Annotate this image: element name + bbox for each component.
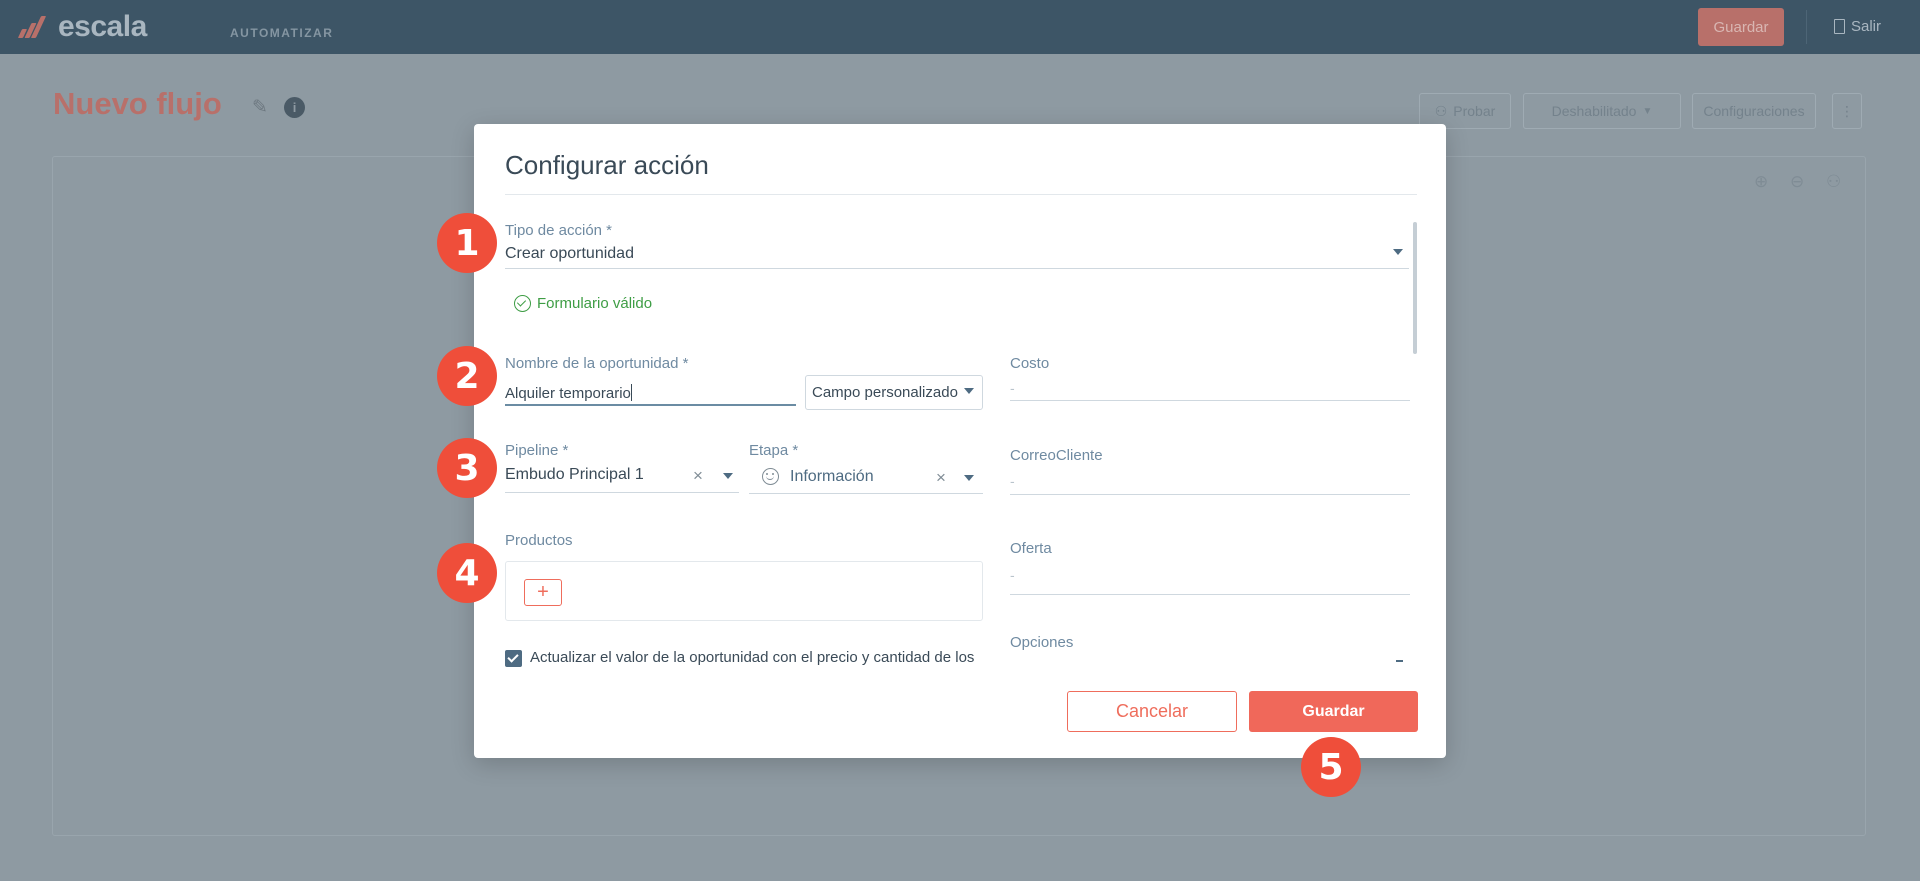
custom-field-select[interactable]: Campo personalizado — [805, 375, 983, 410]
kebab-icon: ⋮ — [1840, 102, 1854, 119]
form-valid-text: Formulario válido — [537, 295, 653, 312]
costo-input[interactable]: - — [1010, 380, 1015, 396]
correo-cliente-input[interactable]: - — [1010, 473, 1015, 489]
smiley-icon — [762, 468, 779, 485]
opciones-dropdown-icon[interactable] — [1396, 660, 1403, 662]
configure-action-dialog: Configurar acción Tipo de acción * Crear… — [474, 124, 1446, 758]
cancel-button[interactable]: Cancelar — [1067, 691, 1237, 732]
update-value-checkbox-label: Actualizar el valor de la oportunidad co… — [530, 649, 975, 666]
correo-cliente-label: CorreoCliente — [1010, 447, 1103, 464]
opportunity-name-input[interactable]: Alquiler temporario — [505, 384, 632, 402]
flow-title: Nuevo flujo — [53, 86, 222, 121]
top-save-button[interactable]: Guardar — [1698, 8, 1784, 46]
logo-mark-icon — [16, 14, 52, 40]
stage-underline — [749, 493, 983, 494]
user-icon: ⚇ — [1434, 102, 1448, 119]
oferta-underline — [1010, 594, 1410, 595]
oferta-input[interactable]: - — [1010, 567, 1015, 583]
test-button-label: Probar — [1453, 103, 1496, 119]
exit-label: Salir — [1851, 18, 1882, 35]
clear-pipeline-icon[interactable]: × — [693, 467, 703, 484]
top-divider — [1806, 10, 1807, 44]
info-icon[interactable]: i — [284, 97, 305, 118]
user-icon[interactable]: ⚇ — [1826, 172, 1846, 192]
products-label: Productos — [505, 532, 573, 549]
top-bar: escala AUTOMATIZAR Guardar Salir — [0, 0, 1920, 54]
chevron-down-icon: ▼ — [1642, 105, 1653, 117]
step-marker-2: 2 — [437, 346, 497, 406]
step-marker-3: 3 — [437, 438, 497, 498]
costo-label: Costo — [1010, 355, 1050, 372]
opportunity-name-value: Alquiler temporario — [505, 385, 631, 402]
products-box: + — [505, 561, 983, 621]
opportunity-name-label: Nombre de la oportunidad * — [505, 355, 689, 372]
chevron-down-icon[interactable] — [723, 473, 733, 479]
opportunity-name-underline — [505, 404, 796, 406]
dialog-title: Configurar acción — [505, 150, 709, 180]
chevron-down-icon[interactable] — [1393, 249, 1403, 255]
opciones-label: Opciones — [1010, 634, 1074, 651]
step-marker-1: 1 — [437, 213, 497, 273]
logo-text: escala — [58, 10, 147, 43]
chevron-down-icon[interactable] — [964, 475, 974, 481]
more-options-button[interactable]: ⋮ — [1832, 93, 1862, 129]
status-dropdown[interactable]: Deshabilitado ▼ — [1523, 93, 1681, 129]
costo-underline — [1010, 400, 1410, 401]
chevron-down-icon[interactable] — [964, 388, 974, 394]
logo: escala — [16, 10, 147, 43]
pipeline-select[interactable]: Embudo Principal 1 — [505, 466, 644, 484]
pencil-icon[interactable]: ✎ — [252, 96, 272, 118]
dialog-scrollbar[interactable] — [1413, 222, 1417, 354]
settings-button-label: Configuraciones — [1703, 103, 1805, 119]
save-button[interactable]: Guardar — [1249, 691, 1418, 732]
check-circle-icon — [514, 295, 531, 312]
add-product-button[interactable]: + — [524, 579, 562, 606]
action-type-label: Tipo de acción * — [505, 222, 613, 239]
pipeline-label: Pipeline * — [505, 442, 569, 459]
status-dropdown-label: Deshabilitado — [1551, 103, 1637, 119]
correo-cliente-underline — [1010, 494, 1410, 495]
oferta-label: Oferta — [1010, 540, 1052, 557]
exit-button[interactable]: Salir — [1834, 18, 1881, 35]
stage-label: Etapa * — [749, 442, 799, 459]
tab-automatizar[interactable]: AUTOMATIZAR — [230, 26, 333, 40]
custom-field-select-label: Campo personalizado — [812, 384, 958, 401]
pipeline-underline — [505, 492, 739, 493]
step-marker-4: 4 — [437, 543, 497, 603]
zoom-in-icon[interactable]: ⊕ — [1754, 172, 1774, 192]
door-icon — [1834, 19, 1845, 34]
form-valid-message: Formulario válido — [514, 295, 652, 312]
action-type-underline — [505, 268, 1409, 269]
zoom-out-icon[interactable]: ⊖ — [1790, 172, 1810, 192]
text-cursor — [630, 384, 632, 401]
settings-button[interactable]: Configuraciones — [1692, 93, 1816, 129]
action-type-select[interactable]: Crear oportunidad — [505, 245, 634, 263]
stage-select[interactable]: Información — [790, 468, 874, 486]
clear-stage-icon[interactable]: × — [936, 469, 946, 486]
step-marker-5: 5 — [1301, 737, 1361, 797]
update-value-checkbox[interactable] — [505, 650, 522, 667]
dialog-divider — [505, 194, 1417, 195]
